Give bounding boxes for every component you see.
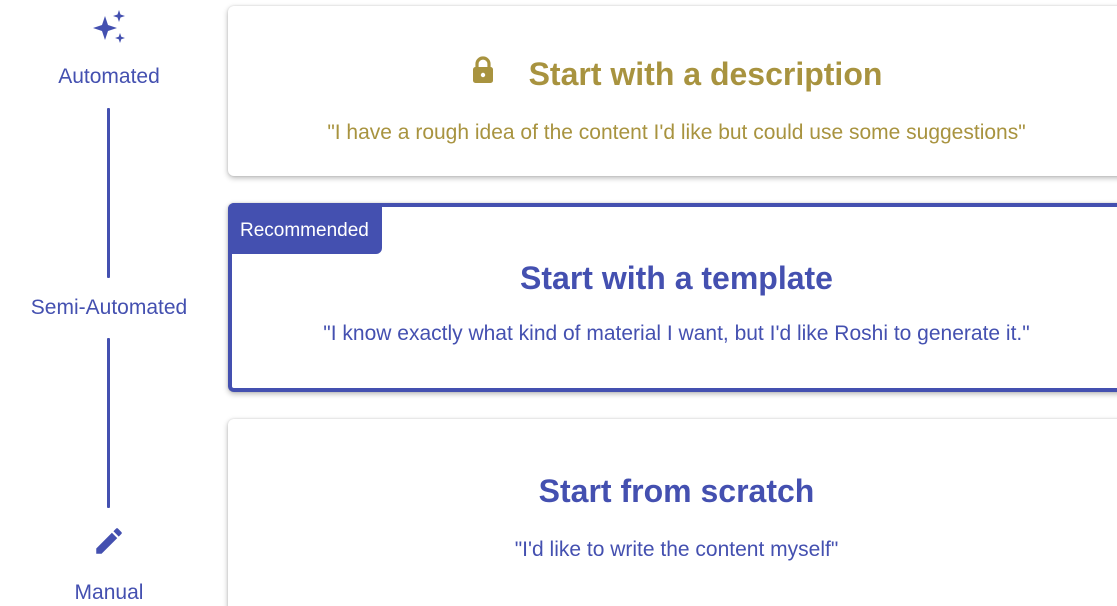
recommended-badge: Recommended: [228, 203, 382, 254]
card-quote-template: "I know exactly what kind of material I …: [323, 322, 1030, 345]
card-quote-scratch: "I'd like to write the content myself": [514, 538, 839, 561]
pencil-icon: [92, 524, 126, 558]
card-title-description: Start with a description: [228, 55, 1117, 96]
scale-line-upper: [107, 108, 110, 278]
card-title-description-text: Start with a description: [528, 56, 883, 92]
sparkles-icon: [90, 8, 130, 48]
start-with-template-card[interactable]: Recommended Start with a template "I kno…: [228, 203, 1117, 392]
create-content-options: Automated Semi-Automated Manual Start wi…: [0, 0, 1117, 606]
scale-line-lower: [107, 338, 110, 508]
card-quote-description: "I have a rough idea of the content I'd …: [327, 121, 1026, 144]
scale-label-automated: Automated: [58, 65, 160, 88]
scale-label-semi-automated: Semi-Automated: [30, 296, 188, 319]
scale-label-manual: Manual: [74, 581, 144, 604]
card-title-scratch: Start from scratch: [538, 473, 815, 509]
card-title-template: Start with a template: [520, 260, 833, 296]
start-with-description-card[interactable]: Start with a description "I have a rough…: [228, 6, 1117, 176]
lock-icon: [471, 54, 495, 92]
start-from-scratch-card[interactable]: Start from scratch "I'd like to write th…: [228, 419, 1117, 606]
